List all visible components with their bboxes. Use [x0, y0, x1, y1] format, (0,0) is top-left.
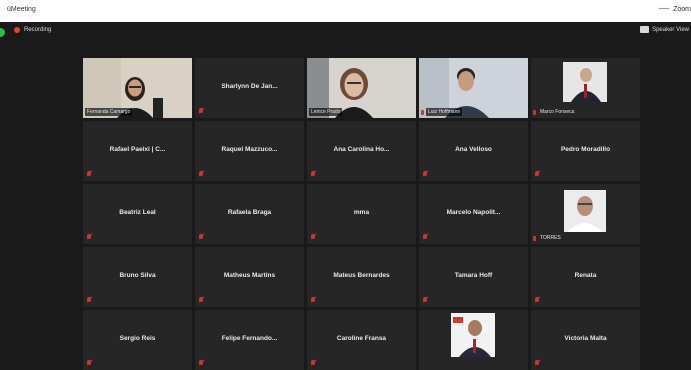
- mic-muted-icon: [421, 110, 424, 115]
- participant-name: Caroline Fransa: [336, 335, 387, 342]
- title-bar: üMeeting — Zoom: [0, 0, 691, 22]
- participant-tile[interactable]: Marco Fonseca: [531, 58, 640, 118]
- mic-muted-icon: [87, 234, 91, 240]
- participant-name: Rafael Paeixi | C...: [109, 146, 166, 153]
- participant-tile[interactable]: Sharlynn De Jan...: [195, 58, 304, 118]
- participant-name: Sergio Reis: [119, 335, 156, 342]
- participant-tile[interactable]: Bruno Silva: [83, 247, 192, 307]
- participant-tile[interactable]: mma: [307, 184, 416, 244]
- mic-muted-icon: [535, 297, 539, 303]
- mic-muted-icon: [199, 171, 203, 177]
- participant-name: Fernanda Camargo: [85, 108, 133, 116]
- participant-name: [421, 366, 425, 368]
- participant-tile[interactable]: Fernanda Camargo: [83, 58, 192, 118]
- mic-muted-icon: [533, 236, 536, 241]
- participant-name: Tamara Hoff: [454, 272, 493, 279]
- participant-name: Rafaela Braga: [227, 209, 272, 216]
- participant-tile[interactable]: Victoria Malta: [531, 310, 640, 370]
- recording-dot-icon: [14, 27, 20, 33]
- participant-tile[interactable]: Renata: [531, 247, 640, 307]
- mic-muted-icon: [199, 234, 203, 240]
- participant-name: Renata: [574, 272, 597, 279]
- recording-label: Recording: [24, 27, 52, 33]
- participant-tile[interactable]: Felipe Fernando...: [195, 310, 304, 370]
- participant-name: Sharlynn De Jan...: [221, 83, 278, 90]
- speaker-view-icon: [640, 26, 650, 33]
- security-shield-icon[interactable]: [0, 28, 5, 37]
- participant-tile[interactable]: Pedro Moradillo: [531, 121, 640, 181]
- participant-tile[interactable]: Tamara Hoff: [419, 247, 528, 307]
- participant-name: Marco Fonseca: [540, 109, 575, 115]
- mic-muted-icon: [311, 234, 315, 240]
- participant-tile[interactable]: Lenice Prado: [307, 58, 416, 118]
- participant-tile[interactable]: [419, 310, 528, 370]
- mic-muted-icon: [311, 360, 315, 366]
- mic-muted-icon: [535, 171, 539, 177]
- participant-tile[interactable]: Beatriz Leal: [83, 184, 192, 244]
- mic-muted-icon: [533, 110, 536, 115]
- participant-tile[interactable]: Matheus Martins: [195, 247, 304, 307]
- mic-muted-icon: [423, 297, 427, 303]
- participant-tile[interactable]: TORRES: [531, 184, 640, 244]
- mic-muted-icon: [423, 171, 427, 177]
- app-brand: Zoom: [673, 6, 691, 13]
- participant-tile[interactable]: Caroline Fransa: [307, 310, 416, 370]
- participant-tile[interactable]: Mateus Bernardes: [307, 247, 416, 307]
- participant-photo: [451, 313, 495, 357]
- mic-muted-icon: [87, 297, 91, 303]
- mic-muted-icon: [87, 360, 91, 366]
- participant-tile[interactable]: Raquel Mazzuco...: [195, 121, 304, 181]
- participant-name: Pedro Moradillo: [560, 146, 611, 153]
- participant-name: Matheus Martins: [223, 272, 276, 279]
- participant-name: Luiz Hoffmann: [426, 108, 463, 116]
- participant-name: Lenice Prado: [309, 108, 343, 116]
- mic-muted-icon: [423, 234, 427, 240]
- participant-name: Beatriz Leal: [119, 209, 156, 216]
- participant-name: Mateus Bernardes: [333, 272, 390, 279]
- participant-tile[interactable]: Ana Carolina Ho...: [307, 121, 416, 181]
- participant-tile[interactable]: Ana Velloso: [419, 121, 528, 181]
- participant-name: Bruno Silva: [119, 272, 156, 279]
- participant-name: Ana Carolina Ho...: [333, 146, 390, 153]
- participant-tile[interactable]: Marcelo Napolit...: [419, 184, 528, 244]
- speaker-view-button[interactable]: Speaker View: [640, 26, 689, 33]
- recording-indicator[interactable]: Recording: [14, 27, 51, 33]
- mic-muted-icon: [87, 171, 91, 177]
- participant-name: Victoria Malta: [564, 335, 607, 342]
- participant-name: Raquel Mazzuco...: [221, 146, 278, 153]
- mic-muted-icon: [199, 108, 203, 114]
- window-title: üMeeting: [7, 6, 36, 13]
- participant-tile[interactable]: Rafael Paeixi | C...: [83, 121, 192, 181]
- participant-photo: [564, 190, 606, 232]
- participant-tile[interactable]: Rafaela Braga: [195, 184, 304, 244]
- participant-name: Felipe Fernando...: [221, 335, 278, 342]
- participant-name: Marcelo Napolit...: [446, 209, 501, 216]
- mic-muted-icon: [311, 171, 315, 177]
- participant-tile[interactable]: Sergio Reis: [83, 310, 192, 370]
- meeting-top-bar: Recording Speaker View: [0, 22, 691, 42]
- mic-muted-icon: [199, 297, 203, 303]
- participant-name: TORRES: [540, 235, 561, 241]
- mic-muted-icon: [535, 360, 539, 366]
- mic-muted-icon: [311, 297, 315, 303]
- participant-name: mma: [353, 209, 370, 216]
- participant-photo: [563, 62, 607, 102]
- gallery-grid: Fernanda Camargo Sharlynn De Jan... Leni…: [83, 58, 640, 370]
- participant-tile[interactable]: Luiz Hoffmann: [419, 58, 528, 118]
- participant-name: Ana Velloso: [455, 146, 492, 153]
- minimize-button[interactable]: —: [659, 3, 669, 14]
- mic-muted-icon: [199, 360, 203, 366]
- speaker-view-label: Speaker View: [652, 26, 689, 33]
